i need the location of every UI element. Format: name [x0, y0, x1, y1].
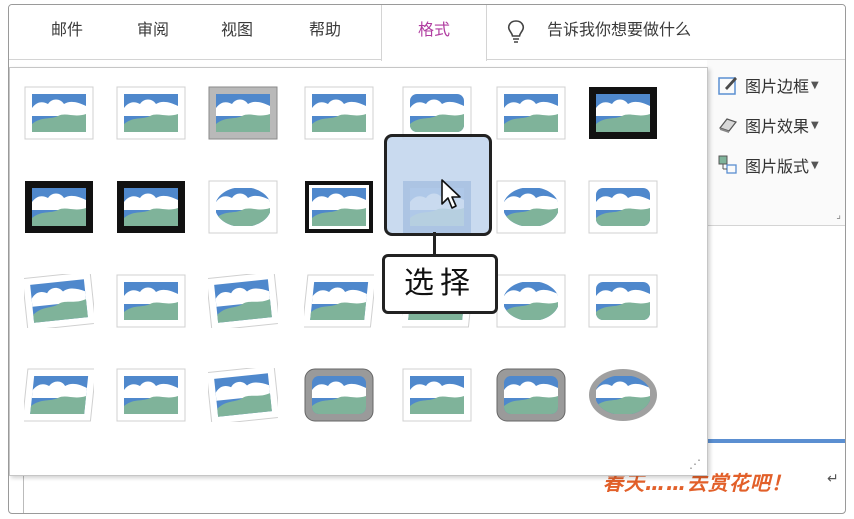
picture-style-metal-rounded-gray[interactable]: [496, 368, 566, 422]
picture-effects-button[interactable]: 图片效果 ▼: [717, 108, 819, 142]
picture-effects-label: 图片效果: [745, 117, 810, 136]
picture-style-bevel-perspective[interactable]: [24, 368, 94, 422]
picture-thumbnail-icon: [208, 86, 278, 140]
chevron-down-icon: ▼: [811, 119, 819, 131]
picture-style-double-frame-black[interactable]: [304, 180, 374, 234]
picture-style-soft-edge-oval[interactable]: [496, 274, 566, 328]
picture-effects-icon: [719, 118, 737, 133]
picture-style-thick-matte-black[interactable]: [24, 180, 94, 234]
picture-style-metal-oval[interactable]: [588, 368, 658, 422]
picture-style-metal-frame-black[interactable]: [116, 180, 186, 234]
picture-thumbnail-icon: [589, 87, 657, 139]
picture-style-soft-edge-plain[interactable]: [496, 86, 566, 140]
picture-thumbnail-icon: [304, 274, 374, 328]
resize-grip-icon[interactable]: ⋰: [689, 457, 701, 471]
picture-style-perspective-tilt-white[interactable]: [208, 368, 278, 422]
picture-thumbnail-icon: [116, 368, 186, 422]
picture-styles-group: 图片边框 ▼ 图片效果 ▼ 图片版式 ▼ ⌟: [707, 60, 845, 226]
picture-layout-button[interactable]: 图片版式 ▼: [717, 148, 819, 182]
dialog-launcher-icon[interactable]: ⌟: [836, 210, 841, 221]
picture-style-rotated-white[interactable]: [208, 274, 278, 328]
picture-thumbnail-icon: [496, 86, 566, 140]
picture-style-rounded-frame[interactable]: [588, 180, 658, 234]
picture-style-reflected-bevel-white[interactable]: [116, 368, 186, 422]
picture-style-soft-edge-rectangle[interactable]: [116, 86, 186, 140]
tab-view[interactable]: 视图: [207, 5, 267, 59]
picture-style-simple-frame-white[interactable]: [24, 86, 94, 140]
picture-border-button[interactable]: 图片边框 ▼: [717, 68, 819, 102]
ribbon-tab-bar: 邮件 审阅 视图 帮助 格式 告诉我你想要做什么: [9, 5, 845, 61]
document-divider: [707, 439, 845, 443]
picture-thumbnail-icon: [116, 86, 186, 140]
picture-thumbnail-icon: [589, 369, 657, 421]
picture-thumbnail-icon: [496, 368, 566, 422]
tell-me-search[interactable]: 告诉我你想要做什么: [547, 5, 691, 55]
picture-layout-label: 图片版式: [745, 157, 810, 176]
picture-style-metal-rounded-rectangle[interactable]: [304, 368, 374, 422]
picture-thumbnail-icon: [588, 180, 658, 234]
picture-styles-gallery: 选择 ⋰: [9, 67, 708, 476]
picture-style-bevel-rounded-blue[interactable]: [588, 274, 658, 328]
picture-thumbnail-icon: [24, 274, 94, 328]
paragraph-mark-icon: ↵: [827, 471, 839, 487]
picture-thumbnail-icon: [304, 86, 374, 140]
picture-thumbnail-icon: [117, 181, 185, 233]
picture-border-label: 图片边框: [745, 77, 810, 96]
picture-thumbnail-icon: [496, 274, 566, 328]
picture-style-reflected-rounded-rectangle[interactable]: [402, 86, 472, 140]
picture-style-perspective-shadow-white[interactable]: [304, 274, 374, 328]
document-margin-line: [23, 473, 24, 513]
tab-help[interactable]: 帮助: [295, 5, 355, 59]
tab-mailings[interactable]: 邮件: [37, 5, 97, 59]
tab-format[interactable]: 格式: [381, 5, 487, 61]
picture-style-oval-shadow[interactable]: [208, 180, 278, 234]
picture-style-reflected-white[interactable]: [402, 368, 472, 422]
picture-thumbnail-icon: [116, 274, 186, 328]
picture-style-soft-edge-oval-lite[interactable]: [496, 180, 566, 234]
picture-border-icon: [718, 77, 737, 95]
picture-style-simple-frame-black[interactable]: [588, 86, 658, 140]
picture-thumbnail-icon: [402, 368, 472, 422]
picture-thumbnail-icon: [496, 180, 566, 234]
picture-style-drop-shadow-rectangle[interactable]: [304, 86, 374, 140]
chevron-down-icon: ▼: [811, 159, 819, 171]
picture-thumbnail-icon: [402, 86, 472, 140]
picture-thumbnail-icon: [24, 368, 94, 422]
picture-thumbnail-icon: [208, 368, 278, 422]
selected-style-highlight: [384, 134, 492, 236]
app-window: 邮件 审阅 视图 帮助 格式 告诉我你想要做什么 图片边框 ▼ 图片效果 ▼ 图…: [8, 4, 846, 514]
picture-thumbnail-icon: [588, 274, 658, 328]
callout-label: 选择: [382, 254, 498, 314]
chevron-down-icon: ▼: [811, 79, 819, 91]
picture-thumbnail-icon: [208, 274, 278, 328]
callout-pointer: [433, 232, 436, 254]
picture-layout-icon: [718, 155, 737, 174]
lightbulb-icon[interactable]: [505, 19, 527, 45]
picture-thumbnail-icon: [24, 86, 94, 140]
picture-thumbnail-icon: [304, 368, 374, 422]
picture-style-snip-diagonal-white[interactable]: [24, 274, 94, 328]
tab-review[interactable]: 审阅: [123, 5, 183, 59]
picture-style-beveled-matte-gray[interactable]: [208, 86, 278, 140]
picture-thumbnail-icon: [305, 181, 373, 233]
picture-style-center-shadow-rectangle[interactable]: [116, 274, 186, 328]
mouse-pointer-icon: [441, 179, 461, 209]
picture-thumbnail-icon: [25, 181, 93, 233]
picture-thumbnail-icon: [208, 180, 278, 234]
